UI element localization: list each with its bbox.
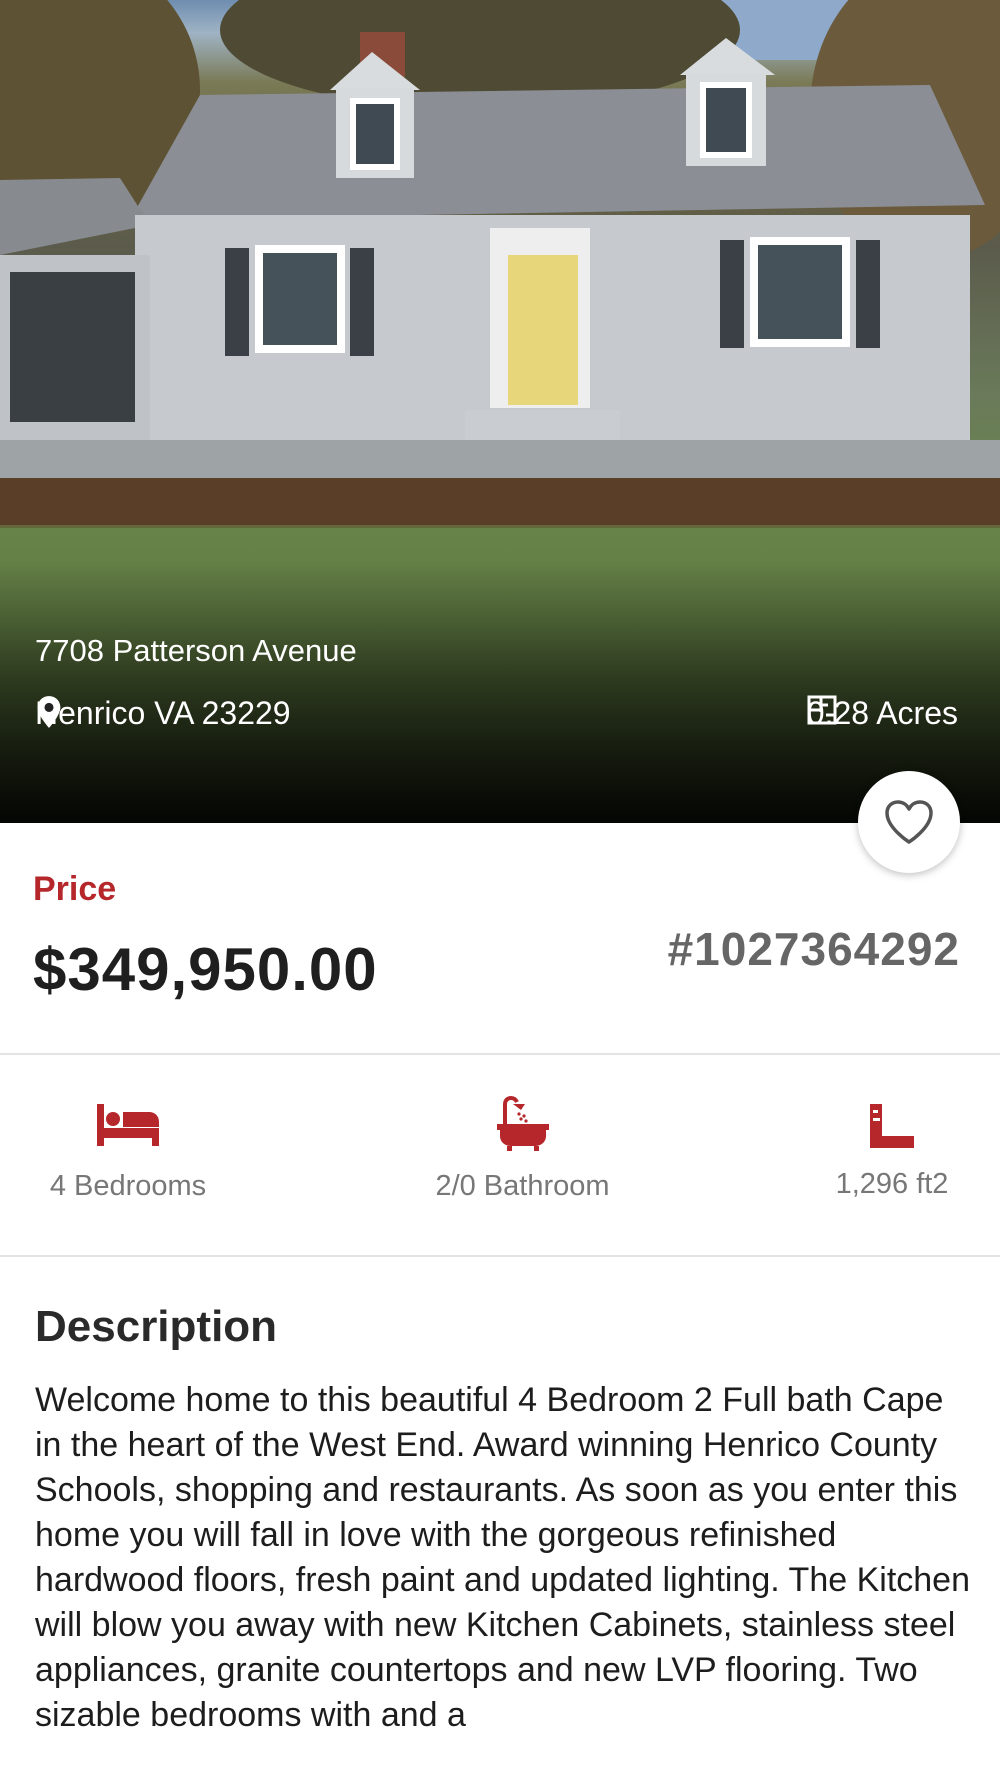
bathtub-icon — [496, 1096, 549, 1151]
feature-square-feet: 1,296 ft2 — [812, 1102, 972, 1201]
divider — [0, 1255, 1000, 1257]
street-address: 7708 Patterson Avenue — [35, 633, 357, 668]
location-row: Henrico VA 23229 — [35, 695, 291, 732]
favorite-button[interactable] — [858, 771, 960, 873]
feature-bedrooms: 4 Bedrooms — [28, 1100, 228, 1203]
price-value: $349,950.00 — [33, 936, 378, 1003]
listing-id: #1027364292 — [667, 923, 960, 975]
price-label: Price — [33, 870, 117, 908]
lot-size-row: 0.28 Acres — [807, 695, 958, 732]
hero-gradient-overlay — [0, 560, 1000, 823]
floorplan-icon — [807, 695, 837, 725]
square-feet-label: 1,296 ft2 — [835, 1168, 949, 1200]
city-state-zip: Henrico VA 23229 — [35, 695, 291, 731]
heart-icon — [885, 800, 933, 844]
property-hero-photo[interactable]: 7708 Patterson Avenue Henrico VA 23229 0… — [0, 0, 1000, 823]
bedrooms-label: 4 Bedrooms — [49, 1170, 207, 1202]
feature-bathrooms: 2/0 Bathroom — [400, 1096, 645, 1203]
ruler-icon — [870, 1104, 914, 1148]
location-pin-icon — [37, 696, 61, 728]
bed-icon — [97, 1104, 159, 1146]
description-heading: Description — [35, 1302, 278, 1351]
bathrooms-label: 2/0 Bathroom — [435, 1170, 610, 1202]
description-text: Welcome home to this beautiful 4 Bedroom… — [35, 1381, 970, 1734]
divider — [0, 1053, 1000, 1055]
